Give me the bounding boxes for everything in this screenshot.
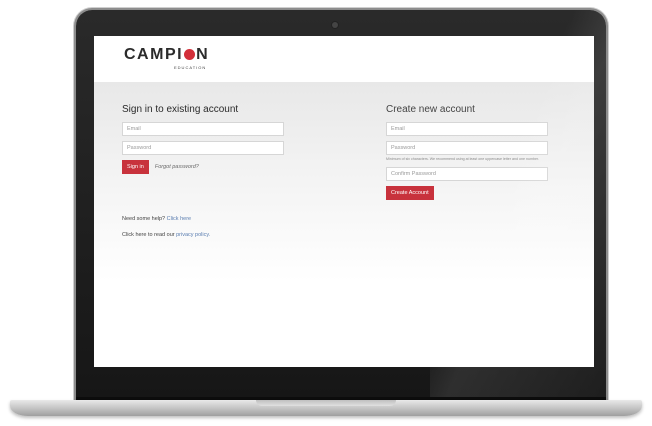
signin-button[interactable]: Sign in bbox=[122, 160, 149, 174]
signin-title: Sign in to existing account bbox=[122, 104, 239, 115]
signin-password-input[interactable]: Password bbox=[122, 141, 284, 155]
campion-logo[interactable]: CAMPI N bbox=[124, 46, 209, 64]
logo-subtitle: EDUCATION bbox=[174, 65, 207, 70]
register-email-input[interactable]: Email bbox=[386, 122, 548, 136]
privacy-policy-link[interactable]: privacy policy. bbox=[176, 232, 210, 238]
signin-actions: Sign in Forgot password? bbox=[122, 160, 292, 174]
signin-email-input[interactable]: Email bbox=[122, 122, 284, 136]
signin-section: Sign in to existing account Email Passwo… bbox=[122, 104, 292, 174]
help-text: Need some help? bbox=[122, 216, 167, 222]
privacy-text: Click here to read our bbox=[122, 232, 177, 238]
privacy-line: Click here to read our privacy policy. bbox=[122, 232, 210, 238]
register-confirm-password-input[interactable]: Confirm Password bbox=[386, 166, 548, 181]
camera-icon bbox=[332, 22, 338, 28]
login-page: Sign in to existing account Email Passwo… bbox=[94, 82, 594, 367]
laptop-notch bbox=[256, 400, 396, 406]
help-link[interactable]: Click here bbox=[167, 216, 191, 222]
help-line: Need some help? Click here bbox=[122, 216, 191, 222]
register-password-input[interactable]: Password bbox=[386, 141, 548, 155]
site-header: CAMPI N EDUCATION bbox=[94, 36, 594, 82]
register-title: Create new account bbox=[386, 104, 475, 115]
register-actions: Create Account bbox=[386, 185, 556, 200]
register-section: Create new account Email Password Minimu… bbox=[386, 104, 556, 200]
logo-dot-icon bbox=[184, 49, 196, 60]
create-account-button[interactable]: Create Account bbox=[386, 185, 434, 200]
password-hint: Minimum of six characters. We recommend … bbox=[386, 157, 539, 161]
forgot-password-link[interactable]: Forgot password? bbox=[155, 164, 199, 170]
laptop-screen: CAMPI N EDUCATION Sign in to existing acc… bbox=[94, 36, 594, 367]
